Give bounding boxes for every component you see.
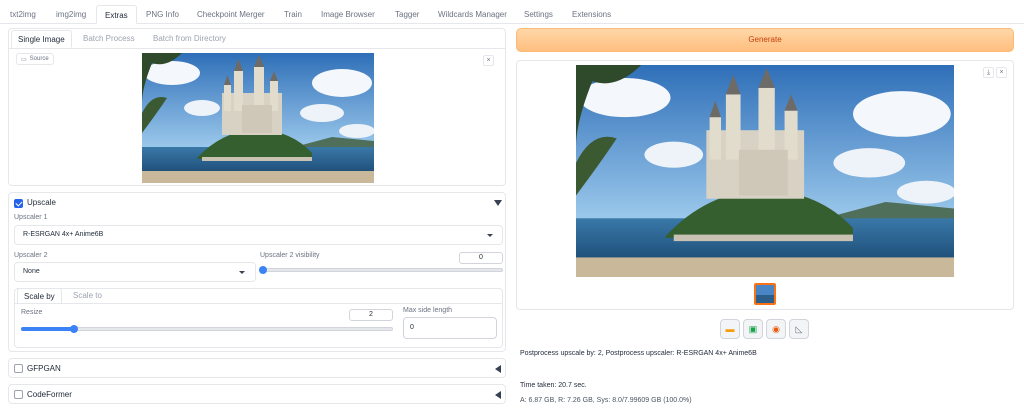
close-icon: × — [999, 69, 1004, 76]
subtab-single-image[interactable]: Single Image — [11, 30, 72, 48]
expand-gfpgan-icon[interactable] — [495, 365, 501, 373]
tab-extensions[interactable]: Extensions — [564, 5, 619, 24]
resize-handle[interactable] — [70, 325, 79, 333]
tab-txt2img[interactable]: txt2img — [2, 5, 44, 24]
source-label-text: Source — [29, 56, 49, 62]
send-to-inpaint-button[interactable]: ◉ — [766, 319, 786, 339]
upscaler2-value: None — [23, 268, 40, 275]
tab-extras[interactable]: Extras — [96, 5, 137, 24]
output-thumbnail[interactable] — [754, 283, 776, 305]
tab-train[interactable]: Train — [276, 5, 310, 24]
codeformer-title: CodeFormer — [27, 390, 72, 399]
image-icon: ▭ — [21, 56, 27, 63]
close-icon: × — [486, 57, 491, 64]
subtab-batch-process[interactable]: Batch Process — [77, 30, 141, 48]
gfpgan-title: GFPGAN — [27, 364, 61, 373]
castle-image — [142, 53, 374, 183]
expand-codeformer-icon[interactable] — [495, 391, 501, 399]
image-icon: ▣ — [748, 324, 758, 334]
clear-source-button[interactable]: × — [483, 55, 494, 66]
source-image[interactable] — [142, 53, 374, 183]
upscaler2-visibility-handle[interactable] — [259, 266, 267, 274]
upscaler2-visibility-track[interactable] — [262, 268, 503, 272]
castle-image — [576, 65, 954, 277]
upscale-section: Upscale Upscaler 1 R-ESRGAN 4x+ Anime6B … — [8, 192, 506, 352]
upscaler2-visibility-input[interactable]: 0 — [459, 252, 503, 264]
main-tab-bar: txt2img img2img Extras PNG Info Checkpoi… — [0, 5, 1024, 24]
time-taken: Time taken: 20.7 sec. — [520, 382, 587, 389]
send-to-extras-button[interactable]: ◺ — [789, 319, 809, 339]
open-folder-button[interactable]: ▬ — [720, 319, 740, 339]
source-panel: Single Image Batch Process Batch from Di… — [8, 28, 506, 186]
gfpgan-section: GFPGAN — [8, 358, 506, 378]
subtab-scale-to[interactable]: Scale to — [67, 288, 108, 304]
collapse-upscale-icon[interactable] — [494, 200, 502, 206]
close-output-button[interactable]: × — [996, 67, 1007, 78]
source-label: ▭ Source — [16, 53, 54, 65]
tab-png-info[interactable]: PNG Info — [138, 5, 187, 24]
chevron-down-icon — [487, 234, 493, 237]
tab-image-browser[interactable]: Image Browser — [313, 5, 383, 24]
resize-fill — [21, 327, 75, 331]
subtab-batch-from-directory[interactable]: Batch from Directory — [147, 30, 232, 48]
upscaler2-select[interactable]: None — [14, 262, 256, 282]
max-side-length-label: Max side length — [403, 307, 453, 314]
tab-wildcards-manager[interactable]: Wildcards Manager — [430, 5, 515, 24]
codeformer-checkbox[interactable] — [14, 390, 23, 399]
download-button[interactable]: ⤓ — [983, 67, 994, 78]
upscaler1-value: R-ESRGAN 4x+ Anime6B — [23, 231, 104, 238]
subtab-scale-by[interactable]: Scale by — [17, 288, 62, 304]
tab-img2img[interactable]: img2img — [48, 5, 94, 24]
upscaler2-visibility-label: Upscaler 2 visibility — [260, 252, 320, 259]
ruler-icon: ◺ — [795, 324, 803, 334]
output-gallery: ⤓ × — [516, 60, 1014, 310]
memory-usage: A: 6.87 GB, R: 7.26 GB, Sys: 8.0/7.99609… — [520, 397, 692, 404]
upscaler1-select[interactable]: R-ESRGAN 4x+ Anime6B — [14, 225, 503, 245]
upscaler2-label: Upscaler 2 — [14, 252, 48, 259]
scale-panel: Scale by Scale to Resize 2 Max side leng… — [14, 288, 503, 348]
generate-button[interactable]: Generate — [516, 28, 1014, 52]
gfpgan-checkbox[interactable] — [14, 364, 23, 373]
folder-icon: ▬ — [725, 324, 735, 334]
tab-settings[interactable]: Settings — [516, 5, 561, 24]
tab-checkpoint-merger[interactable]: Checkpoint Merger — [189, 5, 273, 24]
upscaler1-label: Upscaler 1 — [14, 214, 48, 221]
send-to-img2img-button[interactable]: ▣ — [743, 319, 763, 339]
postprocess-info: Postprocess upscale by: 2, Postprocess u… — [520, 350, 757, 357]
tab-tagger[interactable]: Tagger — [387, 5, 427, 24]
upscale-checkbox[interactable] — [14, 199, 23, 208]
resize-input[interactable]: 2 — [349, 309, 393, 321]
chevron-down-icon — [239, 271, 245, 274]
output-image[interactable] — [576, 65, 954, 277]
resize-label: Resize — [21, 309, 43, 316]
download-icon: ⤓ — [986, 69, 991, 76]
max-side-length-input[interactable]: 0 — [403, 317, 497, 339]
palette-icon: ◉ — [772, 324, 780, 334]
upscale-title: Upscale — [27, 198, 56, 207]
codeformer-section: CodeFormer — [8, 384, 506, 404]
